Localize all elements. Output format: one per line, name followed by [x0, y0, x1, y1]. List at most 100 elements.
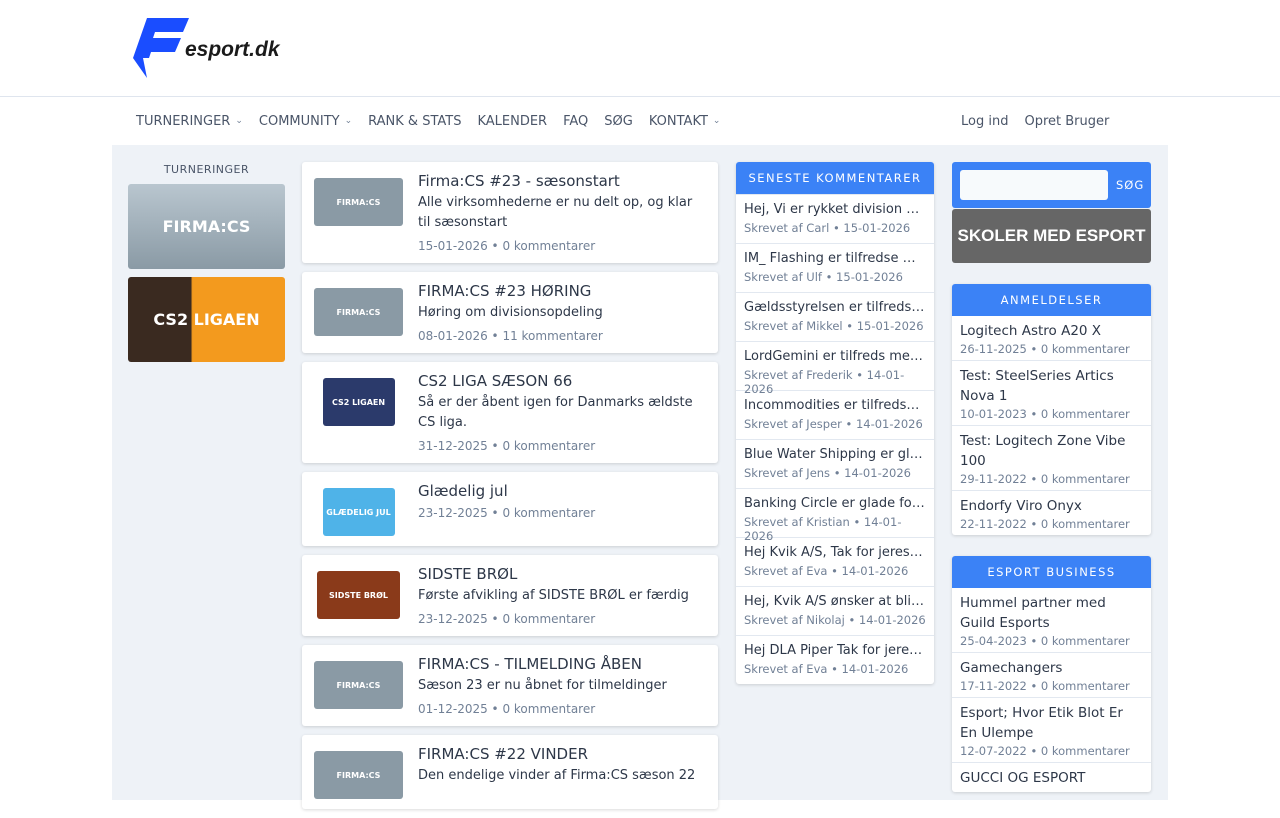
reviews-item[interactable]: Endorfy Viro Onyx 22-11-2022 • 0 kommenta…	[952, 490, 1151, 535]
comment-item[interactable]: Banking Circle er glade for ... Skrevet a…	[736, 488, 934, 543]
reviews-box: ANMELDELSER Logitech Astro A20 X 26-11-20…	[952, 284, 1151, 535]
item-meta: 17-11-2022 • 0 kommentarer	[960, 679, 1130, 693]
reviews-heading: ANMELDELSER	[952, 284, 1151, 316]
account-links: Log ind Opret Bruger	[945, 114, 1144, 129]
comments-heading: SENESTE KOMMENTARER	[736, 162, 934, 194]
news-title[interactable]: CS2 LIGA SÆSON 66	[418, 372, 706, 390]
latest-comments: SENESTE KOMMENTARER Hej, Vi er rykket di…	[736, 162, 934, 684]
item-meta: 22-11-2022 • 0 kommentarer	[960, 517, 1130, 531]
thumbnail-image: FIRMA:CS	[314, 288, 403, 336]
news-description: Høring om divisionsopdeling	[418, 305, 603, 320]
comment-text: Hej, Vi er rykket division op...	[744, 202, 926, 217]
thumbnail-image: FIRMA:CS	[314, 178, 403, 226]
cs2-ligaen-banner[interactable]: CS2 LIGAEN	[128, 277, 285, 362]
comment-text: IM_ Flashing er tilfredse med...	[744, 251, 926, 266]
item-meta: 25-04-2023 • 0 kommentarer	[960, 634, 1130, 648]
news-card[interactable]: GLÆDELIG JUL Glædelig jul 23-12-2025 • 0…	[302, 472, 718, 546]
news-description: Så er der åbent igen for Danmarks ældste…	[418, 395, 693, 430]
news-meta: 31-12-2025 • 0 kommentarer	[418, 439, 596, 453]
item-meta: 10-01-2023 • 0 kommentarer	[960, 407, 1130, 421]
reviews-item[interactable]: Logitech Astro A20 X 26-11-2025 • 0 komme…	[952, 316, 1151, 360]
news-card[interactable]: FIRMA:CS FIRMA:CS - TILMELDING ÅBEN Sæso…	[302, 645, 718, 726]
comment-item[interactable]: Gældsstyrelsen er tilfreds med... Skrevet…	[736, 292, 934, 341]
item-title: GUCCI OG ESPORT	[960, 770, 1086, 786]
comment-item[interactable]: IM_ Flashing er tilfredse med... Skrevet …	[736, 243, 934, 292]
item-meta: 12-07-2022 • 0 kommentarer	[960, 744, 1130, 758]
news-meta: 23-12-2025 • 0 kommentarer	[418, 506, 596, 520]
news-description: Første afvikling af SIDSTE BRØL er færdi…	[418, 588, 689, 603]
comment-text: Blue Water Shipping er glade...	[744, 447, 926, 462]
news-thumbnail: CS2 LIGAEN	[314, 378, 403, 453]
nav-item[interactable]: COMMUNITY ⌄	[259, 114, 352, 129]
site-logo[interactable]: esport.dk	[133, 18, 280, 78]
business-item[interactable]: GUCCI OG ESPORT	[952, 762, 1151, 792]
business-item[interactable]: Esport; Hvor Etik Blot Er En Ulempe 12-07…	[952, 697, 1151, 762]
nav-item[interactable]: KALENDER	[477, 114, 547, 129]
news-thumbnail: GLÆDELIG JUL	[314, 488, 403, 536]
reviews-item[interactable]: Test: SteelSeries Artics Nova 1 10-01-202…	[952, 360, 1151, 425]
nav-item[interactable]: TURNERINGER ⌄	[136, 114, 243, 129]
login-link[interactable]: Log ind	[961, 114, 1008, 129]
news-title[interactable]: Firma:CS #23 - sæsonstart	[418, 172, 706, 190]
chevron-down-icon: ⌄	[712, 116, 721, 126]
news-card[interactable]: FIRMA:CS FIRMA:CS #23 HØRING Høring om d…	[302, 272, 718, 353]
comment-meta: Skrevet af Carl • 15-01-2026	[744, 221, 911, 235]
comment-text: Banking Circle er glade for ...	[744, 496, 926, 511]
business-item[interactable]: Hummel partner med Guild Esports 25-04-20…	[952, 588, 1151, 652]
comment-text: Hej, Kvik A/S ønsker at blive...	[744, 594, 926, 609]
item-title: Gamechangers	[960, 660, 1063, 676]
news-meta: 08-01-2026 • 11 kommentarer	[418, 329, 603, 343]
news-card[interactable]: FIRMA:CS Firma:CS #23 - sæsonstart Alle …	[302, 162, 718, 263]
business-box: ESPORT BUSINESS Hummel partner med Guild…	[952, 556, 1151, 792]
header: esport.dk	[0, 0, 1280, 96]
news-title[interactable]: FIRMA:CS #23 HØRING	[418, 282, 603, 300]
nav-item[interactable]: SØG	[604, 114, 633, 129]
thumbnail-image: SIDSTE BRØL	[317, 571, 400, 619]
nav-item[interactable]: FAQ	[563, 114, 588, 129]
news-title[interactable]: Glædelig jul	[418, 482, 595, 500]
comment-item[interactable]: Incommodities er tilfredse med... Skrevet…	[736, 390, 934, 439]
news-card[interactable]: CS2 LIGAEN CS2 LIGA SÆSON 66 Så er der å…	[302, 362, 718, 463]
news-card[interactable]: FIRMA:CS FIRMA:CS #22 VINDER Den endelig…	[302, 735, 718, 809]
search-input[interactable]	[960, 170, 1108, 200]
nav-label: FAQ	[563, 113, 589, 129]
nav-item[interactable]: KONTAKT ⌄	[649, 114, 721, 129]
news-description: Alle virksomhederne er nu delt op, og kl…	[418, 195, 693, 230]
comment-item[interactable]: LordGemini er tilfreds med ... Skrevet af…	[736, 341, 934, 396]
news-title[interactable]: SIDSTE BRØL	[418, 565, 689, 583]
firma-cs-banner[interactable]: FIRMA:CS	[128, 184, 285, 269]
business-item[interactable]: Gamechangers 17-11-2022 • 0 kommentarer	[952, 652, 1151, 697]
news-thumbnail: FIRMA:CS	[314, 178, 403, 253]
skoler-med-esport-banner[interactable]: SKOLER MED ESPORT	[952, 209, 1151, 263]
thumbnail-image: GLÆDELIG JUL	[322, 488, 395, 536]
right-sidebar: SØG SKOLER MED ESPORT ANMELDELSER Logite…	[952, 162, 1151, 792]
nav-label: KONTAKT	[648, 113, 708, 129]
item-title: Esport; Hvor Etik Blot Er En Ulempe	[960, 705, 1123, 741]
chevron-down-icon: ⌄	[344, 116, 353, 126]
comment-item[interactable]: Hej DLA Piper Tak for jeres ... Skrevet a…	[736, 635, 934, 684]
reviews-item[interactable]: Test: Logitech Zone Vibe 100 29-11-2022 •…	[952, 425, 1151, 490]
comment-item[interactable]: Hej, Vi er rykket division op... Skrevet …	[736, 194, 934, 243]
nav-label: COMMUNITY	[258, 113, 340, 129]
news-thumbnail: SIDSTE BRØL	[314, 571, 403, 626]
thumbnail-image: FIRMA:CS	[314, 661, 403, 709]
comment-meta: Skrevet af Jesper • 14-01-2026	[744, 417, 923, 431]
comment-item[interactable]: Hej, Kvik A/S ønsker at blive... Skrevet …	[736, 586, 934, 635]
item-title: Test: SteelSeries Artics Nova 1	[960, 368, 1114, 404]
item-title: Logitech Astro A20 X	[960, 323, 1102, 339]
nav-label: KALENDER	[477, 113, 548, 129]
news-thumbnail: FIRMA:CS	[314, 661, 403, 716]
nav-label: RANK & STATS	[368, 113, 462, 129]
news-card[interactable]: SIDSTE BRØL SIDSTE BRØL Første afvikling…	[302, 555, 718, 636]
comment-item[interactable]: Hej Kvik A/S, Tak for jeres ... Skrevet a…	[736, 537, 934, 586]
news-meta: 15-01-2026 • 0 kommentarer	[418, 239, 596, 253]
news-title[interactable]: FIRMA:CS - TILMELDING ÅBEN	[418, 655, 667, 673]
news-title[interactable]: FIRMA:CS #22 VINDER	[418, 745, 695, 763]
search-button[interactable]: SØG	[1116, 178, 1144, 192]
register-link[interactable]: Opret Bruger	[1024, 114, 1109, 129]
comment-text: Gældsstyrelsen er tilfreds med...	[744, 300, 926, 315]
item-meta: 26-11-2025 • 0 kommentarer	[960, 342, 1130, 356]
comment-item[interactable]: Blue Water Shipping er glade... Skrevet a…	[736, 439, 934, 488]
thumbnail-image: CS2 LIGAEN	[322, 378, 395, 426]
nav-item[interactable]: RANK & STATS	[368, 114, 461, 129]
